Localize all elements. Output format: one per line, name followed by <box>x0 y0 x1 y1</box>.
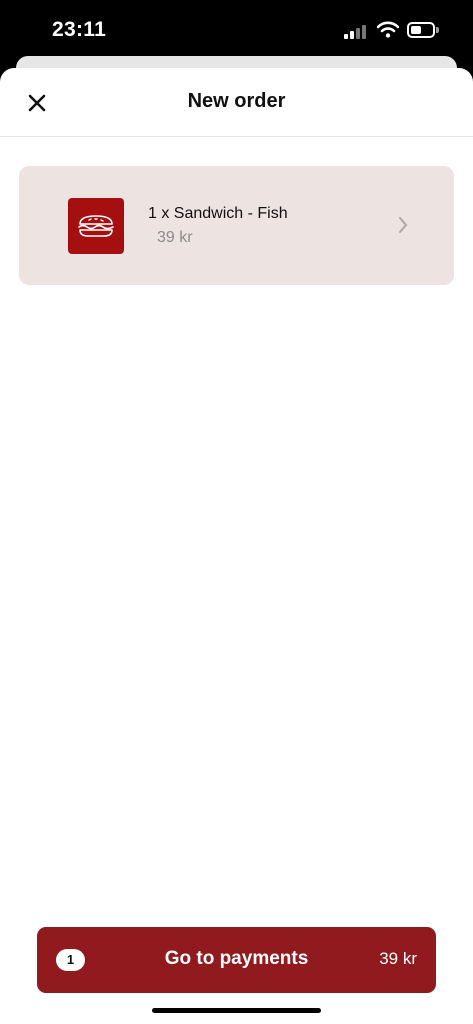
order-item-card[interactable]: 1 x Sandwich - Fish 39 kr <box>19 166 454 285</box>
page-title: New order <box>187 90 286 112</box>
new-order-sheet: New order 1 x Sandwich - Fish 39 kr <box>0 68 473 1024</box>
item-name: 1 x Sandwich - Fish <box>148 205 288 222</box>
item-price: 39 kr <box>157 229 193 246</box>
go-to-payments-label: Go to payments <box>164 948 309 969</box>
order-total: 39 kr <box>379 949 417 968</box>
battery-icon <box>407 22 435 38</box>
item-thumbnail <box>68 198 124 254</box>
chevron-right-icon <box>399 217 407 233</box>
go-to-payments-button[interactable]: 1 Go to payments 39 kr <box>37 927 436 993</box>
sandwich-icon <box>78 215 114 237</box>
battery-tip <box>436 27 439 33</box>
status-bar: 23:11 <box>0 0 473 60</box>
status-time: 23:11 <box>52 18 107 41</box>
sheet-header: New order <box>0 68 473 137</box>
home-indicator[interactable] <box>152 1008 321 1013</box>
cellular-signal-icon <box>344 24 370 39</box>
wifi-icon <box>377 21 399 38</box>
